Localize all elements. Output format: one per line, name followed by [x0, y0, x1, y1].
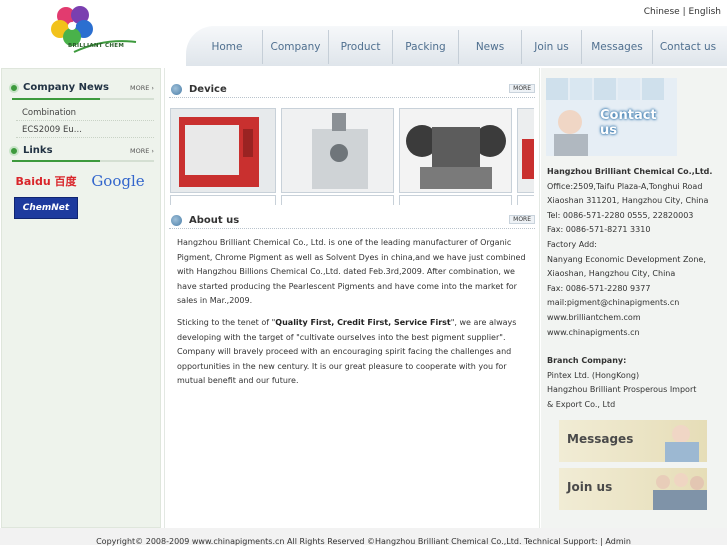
contact-line: Factory Add:	[547, 239, 597, 249]
company-news-header: Company News MORE ›	[9, 82, 154, 96]
links-header: Links MORE ›	[9, 145, 154, 159]
join-us-button[interactable]: Join us	[559, 468, 707, 510]
contact-website[interactable]: www.chinapigments.cn	[547, 326, 725, 341]
sidebar: Company News MORE › Combination ECS2009 …	[1, 68, 161, 528]
section-bullet-icon	[171, 215, 182, 226]
device-more-button[interactable]: MORE	[509, 84, 535, 93]
links-more-link[interactable]: MORE ›	[130, 147, 154, 155]
about-more-button[interactable]: MORE	[509, 215, 535, 224]
contact-line: Fax: 0086-571-8271 3310	[547, 225, 651, 235]
baidu-logo: Baidu 百度	[15, 175, 77, 188]
baidu-link[interactable]: Baidu 百度	[14, 169, 78, 193]
nav-news[interactable]: News	[459, 30, 522, 64]
contact-website[interactable]: www.brilliantchem.com	[547, 311, 725, 326]
contact-email[interactable]: mail:pigment@chinapigments.cn	[547, 296, 725, 311]
header: BRILLIANT CHEM Chinese | English Home Co…	[0, 0, 727, 66]
contact-banner[interactable]: Contact us	[546, 78, 677, 156]
section-divider	[12, 98, 154, 100]
device-gallery-second-row	[170, 195, 534, 205]
lang-chinese-link[interactable]: Chinese	[644, 7, 680, 17]
company-news-title: Company News	[23, 82, 109, 93]
lang-separator: |	[682, 7, 686, 17]
chemnet-link[interactable]: ChemNet	[14, 197, 78, 219]
contact-banner-text: Contact us	[600, 108, 657, 138]
nav-join-us[interactable]: Join us	[522, 30, 582, 64]
device-image-cabinet[interactable]	[281, 108, 394, 193]
nav-company[interactable]: Company	[263, 30, 329, 64]
device-image-mill[interactable]	[399, 108, 512, 193]
about-paragraph: Hangzhou Brilliant Chemical Co., Ltd. is…	[177, 238, 526, 306]
section-bullet-icon	[9, 146, 19, 156]
device-image-oven[interactable]	[170, 108, 276, 193]
footer: Copyright© 2008-2009 www.chinapigments.c…	[0, 528, 727, 546]
device-image-partial[interactable]	[517, 108, 534, 193]
nav-product[interactable]: Product	[329, 30, 393, 64]
google-logo: Google	[91, 172, 145, 190]
news-item[interactable]: Combination	[16, 108, 154, 121]
branch-line: Pintex Ltd. (HongKong)	[547, 370, 640, 380]
branch-line: & Export Co., Ltd	[547, 399, 616, 409]
nav-packing[interactable]: Packing	[393, 30, 459, 64]
device-gallery	[170, 108, 534, 193]
contact-line: Xiaoshan 311201, Hangzhou City, China	[547, 196, 709, 206]
contact-line: Fax: 0086-571-2280 9377	[547, 283, 651, 293]
contact-line: Office:2509,Taifu Plaza-A,Tonghui Road	[547, 181, 703, 191]
chemnet-logo: ChemNet	[22, 203, 70, 213]
about-text: Hangzhou Brilliant Chemical Co., Ltd. is…	[177, 236, 529, 396]
nav-contact-us[interactable]: Contact us	[653, 30, 723, 64]
nav-messages[interactable]: Messages	[582, 30, 653, 64]
links-title: Links	[23, 145, 53, 156]
section-bullet-icon	[9, 83, 19, 93]
branch-line: Hangzhou Brilliant Prosperous Import	[547, 385, 697, 395]
contact-line: Xiaoshan, Hangzhou City, China	[547, 269, 676, 279]
company-news-more-link[interactable]: MORE ›	[130, 84, 154, 92]
right-column: Contact us Hangzhou Brilliant Chemical C…	[541, 68, 727, 528]
device-header: Device MORE	[169, 82, 535, 98]
section-bullet-icon	[171, 84, 182, 95]
google-link[interactable]: Google	[86, 169, 150, 193]
device-title: Device	[189, 84, 227, 95]
messages-button[interactable]: Messages	[559, 420, 707, 462]
lang-english-link[interactable]: English	[689, 7, 722, 17]
contact-info: Hangzhou Brilliant Chemical Co.,Ltd. Off…	[547, 165, 725, 413]
main-content: Device MORE About us MORE Hangzhou Brill…	[164, 68, 540, 528]
logo-text: BRILLIANT CHEM	[68, 43, 125, 49]
company-name: Hangzhou Brilliant Chemical Co.,Ltd.	[547, 167, 713, 176]
about-title: About us	[189, 215, 240, 226]
join-us-button-label: Join us	[567, 480, 613, 494]
messages-button-label: Messages	[567, 432, 634, 446]
logo-flower-icon	[51, 6, 137, 53]
contact-line: Tel: 0086-571-2280 0555, 22820003	[547, 210, 694, 220]
language-switch: Chinese | English	[644, 7, 721, 17]
about-header: About us MORE	[169, 213, 535, 229]
contact-line: Nanyang Economic Development Zone,	[547, 254, 706, 264]
machine-icon	[518, 109, 534, 192]
main-nav: Home Company Product Packing News Join u…	[192, 30, 723, 64]
branch-title: Branch Company:	[547, 356, 627, 366]
news-item[interactable]: ECS2009 Eu...	[16, 125, 154, 138]
mill-icon	[400, 109, 511, 192]
nav-home[interactable]: Home	[192, 30, 263, 64]
tenet-text: Quality First, Credit First, Service Fir…	[275, 317, 451, 327]
about-paragraph: Sticking to the tenet of "Quality First,…	[177, 317, 517, 386]
oven-icon	[171, 109, 275, 192]
logo[interactable]: BRILLIANT CHEM	[44, 2, 144, 58]
cabinet-icon	[282, 109, 393, 192]
section-divider	[12, 160, 154, 162]
